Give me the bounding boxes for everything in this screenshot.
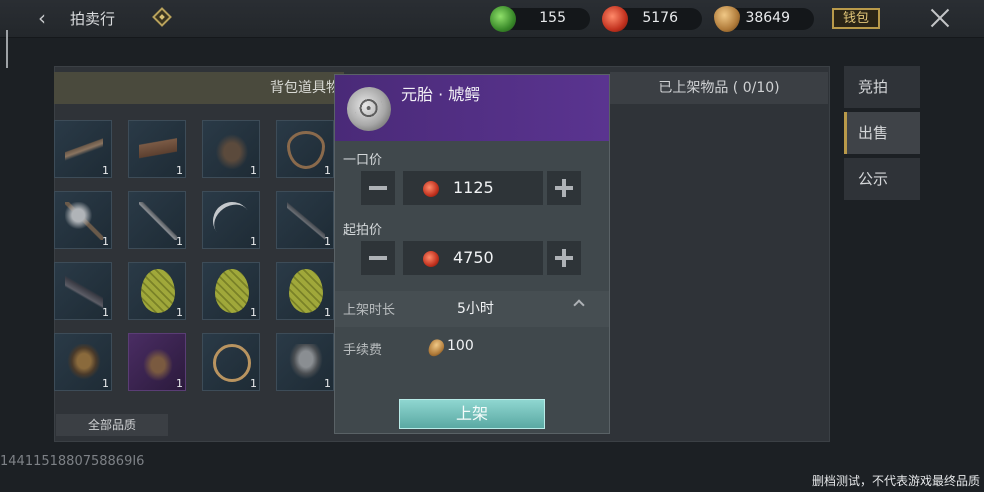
buyout-price-field[interactable]: 1125	[403, 171, 543, 205]
item-quantity: 1	[250, 235, 257, 248]
item-quantity: 1	[102, 306, 109, 319]
duration-select[interactable]: 上架时长 5小时	[335, 291, 609, 327]
inventory-slot-crossbow[interactable]: 1	[54, 262, 112, 320]
tab-listed-items[interactable]: 已上架物品 ( 0/10)	[610, 72, 828, 104]
inventory-slot-tribal[interactable]: 1	[54, 333, 112, 391]
item-quantity: 1	[102, 235, 109, 248]
dialog-header: 元胎 · 虓鳄	[335, 75, 609, 141]
inventory-slot-crate[interactable]: 1	[128, 120, 186, 178]
egg-item-icon	[215, 269, 249, 313]
page-title: 拍卖行	[70, 10, 116, 28]
listing-dialog: 元胎 · 虓鳄 一口价 1125 起拍价 4750 上架时长 5小时 手续费 1…	[334, 74, 610, 434]
close-icon[interactable]	[928, 6, 952, 30]
buyout-label: 一口价	[343, 153, 383, 168]
seed-currency-icon	[425, 336, 447, 360]
start-decrease-button[interactable]	[361, 241, 395, 275]
red-currency-icon	[423, 251, 439, 267]
fee-label: 手续费	[343, 343, 383, 358]
item-quantity: 1	[324, 306, 331, 319]
crate-item-icon	[139, 131, 177, 169]
fee-value: 100	[447, 338, 474, 354]
item-quantity: 1	[324, 235, 331, 248]
item-quantity: 1	[250, 306, 257, 319]
spear-item-icon	[139, 202, 177, 240]
rifle-item-icon	[65, 131, 103, 169]
item-quantity: 1	[102, 164, 109, 177]
diamond-icon	[152, 7, 172, 27]
inventory-slot-horns[interactable]: 1	[128, 333, 186, 391]
inventory-slot-egg[interactable]: 1	[128, 262, 186, 320]
currency-green-value: 155	[539, 10, 566, 26]
inventory-slot-egg[interactable]: 1	[276, 262, 334, 320]
item-quantity: 1	[324, 377, 331, 390]
buyout-decrease-button[interactable]	[361, 171, 395, 205]
side-tab-bid[interactable]: 竞拍	[844, 66, 920, 108]
rope-item-icon	[287, 131, 325, 169]
red-currency-icon	[602, 6, 628, 32]
currency-green: 155	[490, 6, 590, 32]
currency-seed-value: 38649	[745, 10, 790, 26]
axe-item-icon	[65, 202, 103, 240]
inventory-slot-figure[interactable]: 1	[202, 120, 260, 178]
tab-bag-items[interactable]: 背包道具物	[54, 72, 344, 104]
user-id: 1441151880758869I6	[0, 454, 145, 469]
red-currency-icon	[423, 181, 439, 197]
start-price-label: 起拍价	[343, 223, 383, 238]
scroll-indicator	[6, 30, 8, 68]
start-price-field[interactable]: 4750	[403, 241, 543, 275]
horns-item-icon	[139, 344, 177, 382]
inventory-slot-rope[interactable]: 1	[276, 120, 334, 178]
side-tab-notice[interactable]: 公示	[844, 158, 920, 200]
seed-currency-icon	[714, 6, 740, 32]
start-price-value: 4750	[453, 248, 494, 267]
buyout-price-value: 1125	[453, 178, 494, 197]
back-arrow-icon[interactable]: ‹	[32, 8, 52, 28]
item-quantity: 1	[176, 235, 183, 248]
inventory-slot-scythe[interactable]: 1	[202, 191, 260, 249]
ring-item-icon	[213, 344, 251, 382]
inventory-slot-staff[interactable]: 1	[276, 191, 334, 249]
list-item-button[interactable]: 上架	[399, 399, 545, 429]
inventory-slot-helmet[interactable]: 1	[276, 333, 334, 391]
item-quantity: 1	[250, 377, 257, 390]
duration-label: 上架时长	[343, 303, 396, 318]
inventory-slot-egg[interactable]: 1	[202, 262, 260, 320]
egg-item-icon	[141, 269, 175, 313]
item-quantity: 1	[250, 164, 257, 177]
item-quantity: 1	[176, 306, 183, 319]
disclaimer-text: 删档测试，不代表游戏最终品质	[811, 474, 980, 488]
currency-red-value: 5176	[642, 10, 678, 26]
duration-value: 5小时	[457, 301, 494, 317]
egg-item-icon	[340, 80, 398, 138]
item-quantity: 1	[176, 164, 183, 177]
item-quantity: 1	[176, 377, 183, 390]
crossbow-item-icon	[65, 273, 103, 311]
inventory-slot-rifle[interactable]: 1	[54, 120, 112, 178]
tab-bag-label: 背包道具物	[270, 80, 340, 96]
quality-filter-button[interactable]: 全部品质	[56, 414, 168, 436]
item-quantity: 1	[324, 164, 331, 177]
inventory-slot-spear[interactable]: 1	[128, 191, 186, 249]
tribal-item-icon	[65, 344, 103, 382]
egg-item-icon	[289, 269, 323, 313]
buyout-increase-button[interactable]	[547, 171, 581, 205]
item-quantity: 1	[102, 377, 109, 390]
helmet-item-icon	[287, 344, 325, 382]
currency-red: 5176	[602, 6, 702, 32]
inventory-slot-ring[interactable]: 1	[202, 333, 260, 391]
item-name: 元胎 · 虓鳄	[401, 85, 481, 104]
side-tab-sell[interactable]: 出售	[844, 112, 920, 154]
chevron-up-icon	[573, 299, 585, 311]
staff-item-icon	[287, 202, 325, 240]
top-bar: ‹ 拍卖行 155 5176 38649 钱包	[0, 0, 984, 38]
inventory-slot-axe[interactable]: 1	[54, 191, 112, 249]
figure-item-icon	[213, 131, 251, 169]
green-currency-icon	[490, 6, 516, 32]
wallet-button[interactable]: 钱包	[832, 8, 880, 29]
currency-seed: 38649	[714, 6, 814, 32]
start-increase-button[interactable]	[547, 241, 581, 275]
